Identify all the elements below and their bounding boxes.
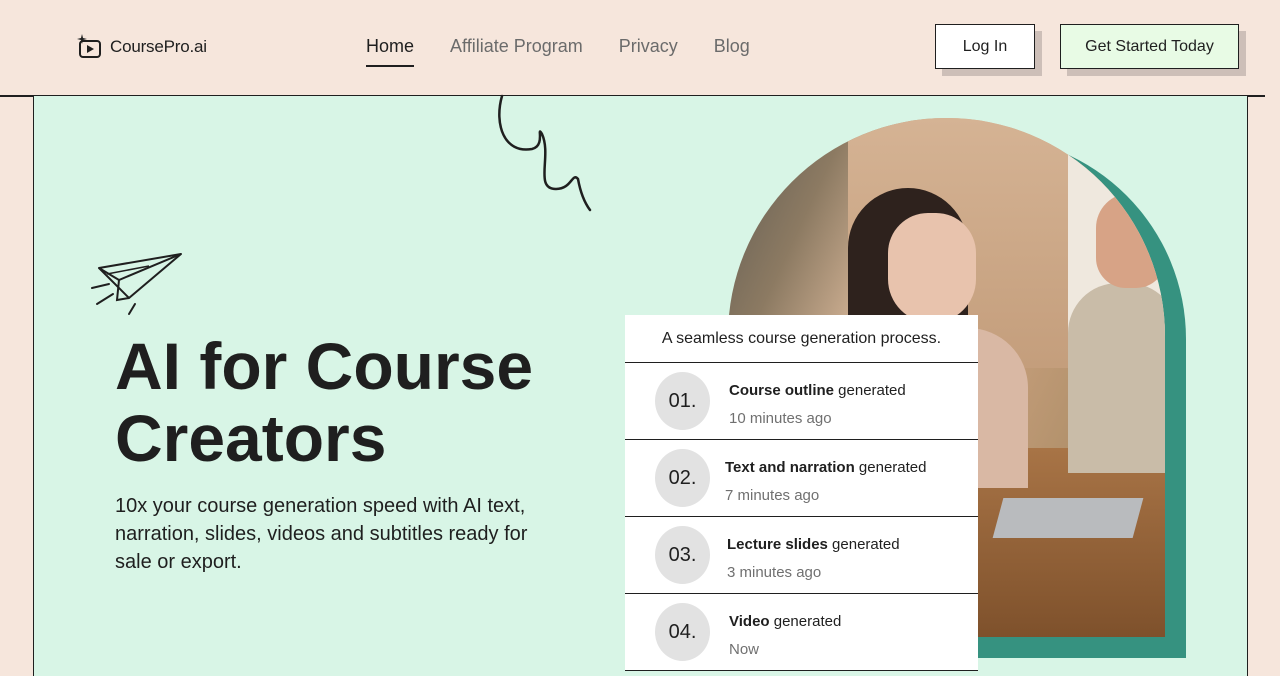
process-step: 03. Lecture slides generated 3 minutes a… bbox=[625, 517, 978, 594]
process-step: 01. Course outline generated 10 minutes … bbox=[625, 363, 978, 440]
brand-logo[interactable]: CoursePro.ai bbox=[76, 33, 207, 61]
hero-section: AI for Course Creators 10x your course g… bbox=[33, 94, 1248, 676]
squiggle-decoration bbox=[498, 94, 592, 212]
main-nav: Home Affiliate Program Privacy Blog bbox=[366, 36, 750, 67]
process-step: 04. Video generated Now bbox=[625, 594, 978, 670]
step-title: Video generated bbox=[729, 613, 842, 630]
step-title: Text and narration generated bbox=[725, 459, 927, 476]
step-timestamp: 7 minutes ago bbox=[725, 487, 820, 504]
process-card: A seamless course generation process. 01… bbox=[625, 315, 978, 671]
process-step: 02. Text and narration generated 7 minut… bbox=[625, 440, 978, 517]
process-card-heading: A seamless course generation process. bbox=[625, 315, 978, 363]
step-number-badge: 03. bbox=[655, 526, 710, 584]
nav-item-home[interactable]: Home bbox=[366, 36, 415, 67]
nav-item-affiliate-program[interactable]: Affiliate Program bbox=[450, 36, 583, 67]
brand-name: CoursePro.ai bbox=[110, 37, 207, 56]
hero-subtitle: 10x your course generation speed with AI… bbox=[115, 495, 528, 573]
site-header: CoursePro.ai Home Affiliate Program Priv… bbox=[0, 0, 1280, 95]
step-number-badge: 01. bbox=[655, 372, 710, 430]
step-timestamp: 10 minutes ago bbox=[729, 410, 832, 427]
step-timestamp: Now bbox=[729, 641, 760, 658]
hero-title: AI for Course Creators bbox=[115, 329, 534, 475]
step-number-badge: 02. bbox=[655, 449, 710, 507]
step-title: Course outline generated bbox=[729, 382, 906, 399]
login-button[interactable]: Log In bbox=[935, 24, 1035, 69]
nav-item-blog[interactable]: Blog bbox=[714, 36, 750, 67]
logo-play-sparkle-icon bbox=[77, 34, 101, 58]
paper-plane-icon bbox=[91, 253, 182, 315]
get-started-button[interactable]: Get Started Today bbox=[1060, 24, 1239, 69]
step-title: Lecture slides generated bbox=[727, 536, 900, 553]
step-number-badge: 04. bbox=[655, 603, 710, 661]
nav-item-privacy[interactable]: Privacy bbox=[619, 36, 678, 67]
step-timestamp: 3 minutes ago bbox=[727, 564, 822, 581]
